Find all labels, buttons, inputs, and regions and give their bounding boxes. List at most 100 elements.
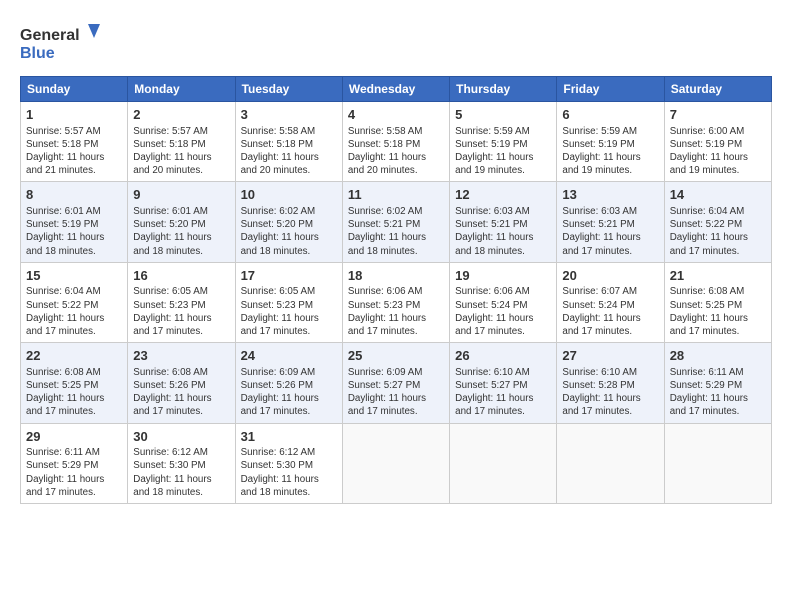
header-row: SundayMondayTuesdayWednesdayThursdayFrid…	[21, 77, 772, 102]
week-row-2: 8Sunrise: 6:01 AM Sunset: 5:19 PM Daylig…	[21, 182, 772, 262]
day-cell: 30Sunrise: 6:12 AM Sunset: 5:30 PM Dayli…	[128, 423, 235, 503]
day-cell: 26Sunrise: 6:10 AM Sunset: 5:27 PM Dayli…	[450, 343, 557, 423]
day-detail: Sunrise: 6:04 AM Sunset: 5:22 PM Dayligh…	[670, 205, 766, 258]
day-number: 17	[241, 267, 337, 285]
day-detail: Sunrise: 5:57 AM Sunset: 5:18 PM Dayligh…	[133, 125, 229, 178]
page: GeneralBlue SundayMondayTuesdayWednesday…	[0, 0, 792, 514]
day-detail: Sunrise: 6:02 AM Sunset: 5:20 PM Dayligh…	[241, 205, 337, 258]
day-detail: Sunrise: 6:06 AM Sunset: 5:24 PM Dayligh…	[455, 285, 551, 338]
day-number: 5	[455, 106, 551, 124]
header-cell-tuesday: Tuesday	[235, 77, 342, 102]
day-number: 10	[241, 186, 337, 204]
logo: GeneralBlue	[20, 22, 110, 66]
day-number: 24	[241, 347, 337, 365]
day-number: 26	[455, 347, 551, 365]
header-cell-wednesday: Wednesday	[342, 77, 449, 102]
day-cell: 9Sunrise: 6:01 AM Sunset: 5:20 PM Daylig…	[128, 182, 235, 262]
day-cell: 16Sunrise: 6:05 AM Sunset: 5:23 PM Dayli…	[128, 262, 235, 342]
day-detail: Sunrise: 6:06 AM Sunset: 5:23 PM Dayligh…	[348, 285, 444, 338]
day-detail: Sunrise: 6:09 AM Sunset: 5:27 PM Dayligh…	[348, 366, 444, 419]
day-number: 22	[26, 347, 122, 365]
header: GeneralBlue	[20, 18, 772, 66]
day-cell: 12Sunrise: 6:03 AM Sunset: 5:21 PM Dayli…	[450, 182, 557, 262]
day-number: 23	[133, 347, 229, 365]
day-number: 3	[241, 106, 337, 124]
day-detail: Sunrise: 6:03 AM Sunset: 5:21 PM Dayligh…	[455, 205, 551, 258]
day-detail: Sunrise: 6:04 AM Sunset: 5:22 PM Dayligh…	[26, 285, 122, 338]
day-detail: Sunrise: 6:08 AM Sunset: 5:25 PM Dayligh…	[26, 366, 122, 419]
day-number: 20	[562, 267, 658, 285]
day-detail: Sunrise: 6:12 AM Sunset: 5:30 PM Dayligh…	[241, 446, 337, 499]
day-number: 15	[26, 267, 122, 285]
day-detail: Sunrise: 6:00 AM Sunset: 5:19 PM Dayligh…	[670, 125, 766, 178]
day-cell: 3Sunrise: 5:58 AM Sunset: 5:18 PM Daylig…	[235, 102, 342, 182]
day-cell: 25Sunrise: 6:09 AM Sunset: 5:27 PM Dayli…	[342, 343, 449, 423]
day-number: 28	[670, 347, 766, 365]
day-cell: 2Sunrise: 5:57 AM Sunset: 5:18 PM Daylig…	[128, 102, 235, 182]
day-detail: Sunrise: 6:08 AM Sunset: 5:26 PM Dayligh…	[133, 366, 229, 419]
logo-svg: GeneralBlue	[20, 22, 110, 66]
day-detail: Sunrise: 6:02 AM Sunset: 5:21 PM Dayligh…	[348, 205, 444, 258]
week-row-5: 29Sunrise: 6:11 AM Sunset: 5:29 PM Dayli…	[21, 423, 772, 503]
day-detail: Sunrise: 5:59 AM Sunset: 5:19 PM Dayligh…	[455, 125, 551, 178]
day-detail: Sunrise: 6:07 AM Sunset: 5:24 PM Dayligh…	[562, 285, 658, 338]
day-number: 31	[241, 428, 337, 446]
svg-text:Blue: Blue	[20, 45, 55, 62]
day-number: 27	[562, 347, 658, 365]
svg-text:General: General	[20, 27, 80, 44]
day-number: 8	[26, 186, 122, 204]
header-cell-friday: Friday	[557, 77, 664, 102]
day-detail: Sunrise: 6:01 AM Sunset: 5:19 PM Dayligh…	[26, 205, 122, 258]
day-detail: Sunrise: 6:05 AM Sunset: 5:23 PM Dayligh…	[241, 285, 337, 338]
week-row-3: 15Sunrise: 6:04 AM Sunset: 5:22 PM Dayli…	[21, 262, 772, 342]
day-cell: 24Sunrise: 6:09 AM Sunset: 5:26 PM Dayli…	[235, 343, 342, 423]
day-detail: Sunrise: 5:57 AM Sunset: 5:18 PM Dayligh…	[26, 125, 122, 178]
day-detail: Sunrise: 5:58 AM Sunset: 5:18 PM Dayligh…	[241, 125, 337, 178]
day-cell: 21Sunrise: 6:08 AM Sunset: 5:25 PM Dayli…	[664, 262, 771, 342]
day-detail: Sunrise: 6:12 AM Sunset: 5:30 PM Dayligh…	[133, 446, 229, 499]
day-number: 14	[670, 186, 766, 204]
header-cell-saturday: Saturday	[664, 77, 771, 102]
day-cell: 11Sunrise: 6:02 AM Sunset: 5:21 PM Dayli…	[342, 182, 449, 262]
day-cell	[557, 423, 664, 503]
day-number: 11	[348, 186, 444, 204]
day-cell: 1Sunrise: 5:57 AM Sunset: 5:18 PM Daylig…	[21, 102, 128, 182]
day-cell: 5Sunrise: 5:59 AM Sunset: 5:19 PM Daylig…	[450, 102, 557, 182]
day-detail: Sunrise: 6:09 AM Sunset: 5:26 PM Dayligh…	[241, 366, 337, 419]
day-detail: Sunrise: 6:11 AM Sunset: 5:29 PM Dayligh…	[670, 366, 766, 419]
header-cell-monday: Monday	[128, 77, 235, 102]
day-detail: Sunrise: 6:10 AM Sunset: 5:27 PM Dayligh…	[455, 366, 551, 419]
header-cell-sunday: Sunday	[21, 77, 128, 102]
day-detail: Sunrise: 6:10 AM Sunset: 5:28 PM Dayligh…	[562, 366, 658, 419]
day-cell: 27Sunrise: 6:10 AM Sunset: 5:28 PM Dayli…	[557, 343, 664, 423]
day-cell: 29Sunrise: 6:11 AM Sunset: 5:29 PM Dayli…	[21, 423, 128, 503]
day-cell: 15Sunrise: 6:04 AM Sunset: 5:22 PM Dayli…	[21, 262, 128, 342]
day-cell: 18Sunrise: 6:06 AM Sunset: 5:23 PM Dayli…	[342, 262, 449, 342]
day-number: 29	[26, 428, 122, 446]
day-number: 30	[133, 428, 229, 446]
day-number: 13	[562, 186, 658, 204]
day-cell	[342, 423, 449, 503]
day-cell: 19Sunrise: 6:06 AM Sunset: 5:24 PM Dayli…	[450, 262, 557, 342]
day-number: 1	[26, 106, 122, 124]
day-detail: Sunrise: 5:59 AM Sunset: 5:19 PM Dayligh…	[562, 125, 658, 178]
day-number: 6	[562, 106, 658, 124]
day-detail: Sunrise: 6:05 AM Sunset: 5:23 PM Dayligh…	[133, 285, 229, 338]
day-number: 4	[348, 106, 444, 124]
day-cell: 6Sunrise: 5:59 AM Sunset: 5:19 PM Daylig…	[557, 102, 664, 182]
day-number: 18	[348, 267, 444, 285]
day-cell: 7Sunrise: 6:00 AM Sunset: 5:19 PM Daylig…	[664, 102, 771, 182]
day-cell	[664, 423, 771, 503]
day-detail: Sunrise: 5:58 AM Sunset: 5:18 PM Dayligh…	[348, 125, 444, 178]
header-cell-thursday: Thursday	[450, 77, 557, 102]
day-number: 16	[133, 267, 229, 285]
week-row-4: 22Sunrise: 6:08 AM Sunset: 5:25 PM Dayli…	[21, 343, 772, 423]
day-cell: 8Sunrise: 6:01 AM Sunset: 5:19 PM Daylig…	[21, 182, 128, 262]
day-number: 25	[348, 347, 444, 365]
day-cell: 13Sunrise: 6:03 AM Sunset: 5:21 PM Dayli…	[557, 182, 664, 262]
day-number: 7	[670, 106, 766, 124]
day-cell: 10Sunrise: 6:02 AM Sunset: 5:20 PM Dayli…	[235, 182, 342, 262]
day-cell: 28Sunrise: 6:11 AM Sunset: 5:29 PM Dayli…	[664, 343, 771, 423]
day-cell: 23Sunrise: 6:08 AM Sunset: 5:26 PM Dayli…	[128, 343, 235, 423]
day-number: 19	[455, 267, 551, 285]
